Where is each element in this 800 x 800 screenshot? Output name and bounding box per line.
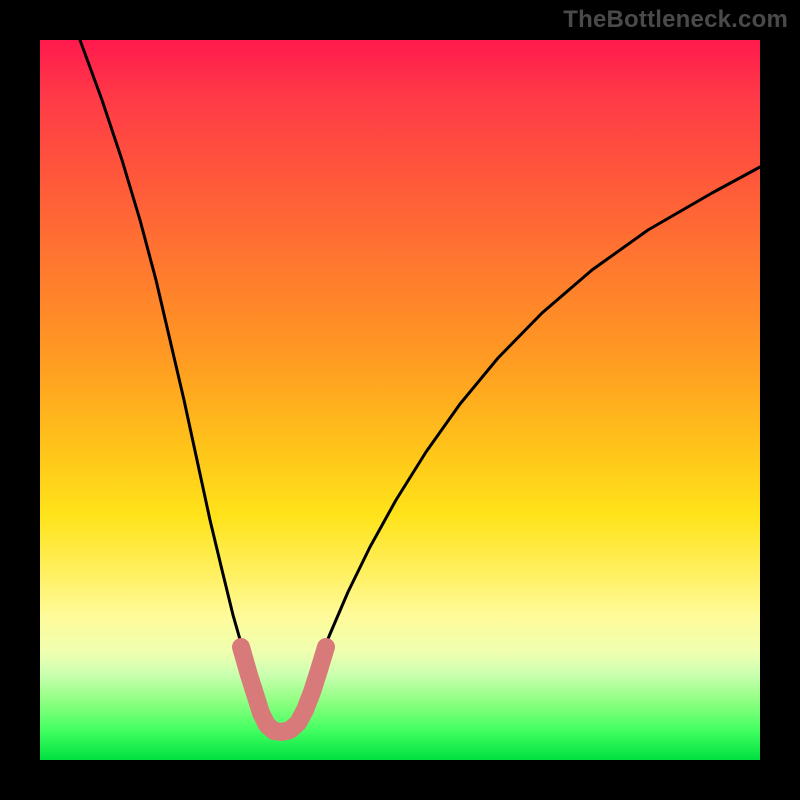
bottom-marker bbox=[241, 647, 326, 732]
chart-svg bbox=[40, 40, 760, 760]
plot-area bbox=[40, 40, 760, 760]
watermark-text: TheBottleneck.com bbox=[563, 6, 788, 34]
curve-left bbox=[80, 40, 262, 705]
curve-right bbox=[302, 167, 760, 705]
chart-stage: TheBottleneck.com bbox=[0, 0, 800, 800]
